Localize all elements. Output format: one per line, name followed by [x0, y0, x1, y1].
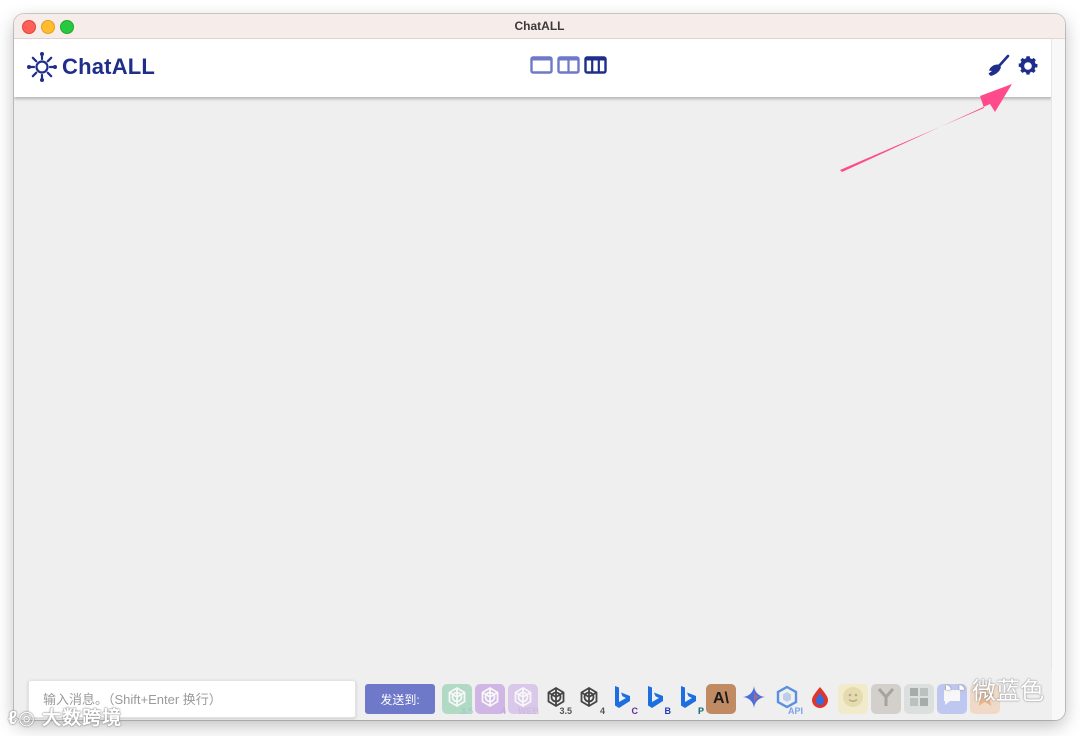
wechat-icon: ◔◔ — [939, 675, 966, 701]
annotation-arrow — [840, 84, 1012, 172]
bot-toggle-bing-balanced[interactable]: B — [640, 684, 672, 716]
app-logo: ChatALL — [26, 51, 155, 83]
watermark-right: ◔◔ 微蓝色 — [939, 671, 1044, 706]
bot-toggle-moss[interactable] — [871, 684, 901, 714]
watermark-left-text: 大数跨境 — [42, 708, 123, 729]
bot-toggle-chatgpt-4[interactable]: 4 — [475, 684, 506, 716]
single-column-icon[interactable] — [530, 55, 553, 75]
bot-tag: P — [697, 706, 704, 716]
bot-toggle-ernie[interactable] — [805, 684, 835, 714]
grid-icon — [907, 685, 931, 714]
y-icon — [874, 685, 898, 714]
prompt-footer: 发送到: 3.5 4 WEB 3.5 4 C B P A\ API — [14, 670, 1052, 720]
bing-icon — [676, 684, 700, 715]
bot-tag: API — [787, 706, 803, 716]
bot-toggle-chatgpt-3.5[interactable]: 3.5 — [442, 684, 473, 716]
bot-toggle-chatgpt-web[interactable]: WEB — [508, 684, 539, 716]
bot-toggle-bing-precise[interactable]: P — [673, 684, 704, 716]
bot-toggle-bing-creative[interactable]: C — [607, 684, 639, 716]
bot-toggle-gpt-4-api[interactable]: 4 — [574, 684, 605, 716]
sparkle-icon — [742, 685, 766, 714]
watermark-logo-icon: ℓ◎ — [8, 708, 43, 729]
bot-toggle-wenxin-api[interactable]: API — [772, 684, 803, 716]
bot-tag: 4 — [500, 706, 506, 716]
bot-tag: 3.5 — [559, 706, 572, 716]
bot-tag: C — [631, 706, 639, 716]
watermark-left: ℓ◎ 大数跨境 — [8, 703, 122, 730]
drop-icon — [808, 685, 832, 714]
bot-toggle-gpt-3.5-api[interactable]: 3.5 — [541, 684, 572, 716]
bot-tag: 4 — [599, 706, 605, 716]
bot-tag: B — [664, 706, 672, 716]
three-column-icon[interactable] — [584, 55, 607, 75]
smile-icon — [841, 685, 865, 714]
settings-gear-icon[interactable] — [1016, 54, 1040, 78]
two-column-icon[interactable] — [557, 55, 580, 75]
anthropic-icon: A\ — [713, 690, 729, 707]
window-title: ChatALL — [514, 19, 565, 33]
clear-history-broom-icon[interactable] — [986, 54, 1010, 78]
bot-selector: 3.5 4 WEB 3.5 4 C B P A\ API — [442, 684, 1000, 716]
title-bar[interactable]: ChatALL — [14, 14, 1065, 39]
vertical-scrollbar[interactable] — [1051, 39, 1065, 720]
bing-icon — [643, 684, 667, 715]
column-layout-toggle — [530, 55, 607, 75]
bot-toggle-claude[interactable]: A\ — [706, 684, 736, 714]
bot-tag: WEB — [518, 706, 539, 716]
bing-icon — [610, 684, 634, 715]
bot-toggle-chatglm[interactable] — [838, 684, 868, 714]
openai-icon — [577, 685, 601, 714]
send-to-button[interactable]: 发送到: — [365, 684, 435, 714]
bot-toggle-skywork[interactable] — [904, 684, 934, 714]
watermark-right-text: 微蓝色 — [972, 678, 1044, 705]
bot-tag: 3.5 — [460, 706, 473, 716]
chatall-logo-icon — [27, 52, 57, 82]
openai-icon — [478, 685, 502, 714]
app-name: ChatALL — [62, 54, 156, 79]
bot-toggle-bard[interactable] — [739, 684, 769, 714]
header-actions — [986, 54, 1040, 78]
